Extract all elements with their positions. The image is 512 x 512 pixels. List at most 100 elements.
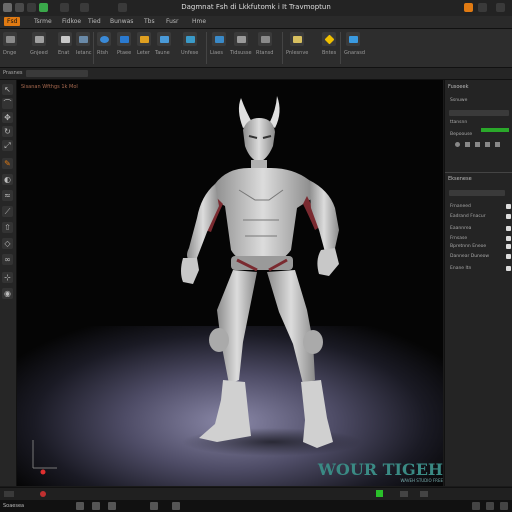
lasso-icon[interactable]: ⌒ bbox=[2, 98, 13, 109]
property-label: Eadrand Fnacur bbox=[450, 214, 486, 219]
move-tool-icon[interactable]: ✥ bbox=[2, 112, 13, 123]
ribbon-separator bbox=[340, 32, 341, 64]
select-icon[interactable]: ↖ bbox=[2, 84, 13, 95]
globe-icon[interactable]: ◉ bbox=[2, 288, 13, 299]
rotate-icon[interactable]: ↻ bbox=[2, 126, 13, 137]
undo-icon[interactable] bbox=[27, 3, 36, 12]
taskbar-app-icon[interactable] bbox=[108, 502, 116, 510]
save-icon[interactable] bbox=[15, 3, 24, 12]
ribbon-label: Liaes bbox=[210, 50, 223, 56]
brush-icon[interactable] bbox=[58, 32, 72, 46]
property-label: Eaannrea bbox=[450, 226, 472, 231]
cube-icon[interactable] bbox=[3, 32, 17, 46]
menu-file[interactable]: Fsd bbox=[4, 17, 21, 26]
diamond-icon[interactable] bbox=[322, 32, 336, 46]
ribbon-label: Dnge bbox=[3, 50, 17, 56]
taskbar-app-icon[interactable] bbox=[172, 502, 180, 510]
tray-icon[interactable] bbox=[486, 502, 494, 510]
close-icon[interactable] bbox=[496, 3, 505, 12]
sphere-icon[interactable] bbox=[97, 32, 111, 46]
property-checkbox[interactable] bbox=[506, 204, 511, 209]
minimize-icon[interactable] bbox=[464, 3, 473, 12]
menu-item-7[interactable]: Hme bbox=[192, 18, 206, 25]
ribbon-label: Ptaee bbox=[117, 50, 132, 56]
menu-item-1[interactable]: Tsrme bbox=[34, 18, 52, 25]
menu-item-5[interactable]: Tbs bbox=[144, 18, 155, 25]
quick-access-icon[interactable] bbox=[80, 3, 89, 12]
smooth-icon[interactable]: ≈ bbox=[2, 190, 13, 201]
viewport-header: Prasnes bbox=[0, 68, 512, 80]
document-icon[interactable] bbox=[290, 32, 304, 46]
status-indicator-icon bbox=[376, 490, 383, 497]
lattice-icon[interactable] bbox=[157, 32, 171, 46]
select-toggle-icon[interactable] bbox=[485, 142, 490, 147]
play-icon[interactable] bbox=[39, 3, 48, 12]
grid-icon[interactable] bbox=[234, 32, 248, 46]
menu-item-2[interactable]: Fidkoe bbox=[62, 18, 81, 25]
taskbar-app-icon[interactable] bbox=[76, 502, 84, 510]
bevel-icon[interactable]: ◇ bbox=[2, 238, 13, 249]
character-model[interactable] bbox=[17, 80, 443, 486]
tray-icon[interactable] bbox=[472, 502, 480, 510]
move-icon[interactable] bbox=[76, 32, 90, 46]
workspace-dropdown[interactable] bbox=[26, 70, 88, 77]
property-label: Dannear Duneow bbox=[450, 254, 490, 259]
ribbon-label: Tidsusse bbox=[230, 50, 252, 56]
outliner-item[interactable]: Ssnuwe bbox=[450, 98, 467, 103]
property-checkbox[interactable] bbox=[506, 226, 511, 231]
scale-icon[interactable]: ⤢ bbox=[2, 140, 13, 151]
outliner-title: Fusoeek bbox=[448, 84, 469, 90]
menu-item-4[interactable]: Bunwas bbox=[110, 18, 133, 25]
ribbon-label: Leter bbox=[137, 50, 150, 56]
ribbon-separator bbox=[206, 32, 207, 64]
taskbar-app-icon[interactable] bbox=[92, 502, 100, 510]
loop-icon[interactable]: ∞ bbox=[2, 254, 13, 265]
maximize-icon[interactable] bbox=[478, 3, 487, 12]
ribbon-label: Gnarasd bbox=[344, 50, 366, 56]
camera-icon[interactable] bbox=[212, 32, 226, 46]
property-checkbox[interactable] bbox=[506, 254, 511, 259]
status-field[interactable] bbox=[4, 491, 14, 497]
ribbon-label: Pnlesnve bbox=[286, 50, 309, 56]
record-icon[interactable] bbox=[40, 491, 46, 497]
redo-icon[interactable] bbox=[60, 3, 69, 12]
bolt-icon[interactable] bbox=[137, 32, 151, 46]
taskbar: Soaesea bbox=[0, 500, 512, 512]
render-toggle-icon[interactable] bbox=[475, 142, 480, 147]
eye-icon[interactable] bbox=[455, 142, 460, 147]
property-field[interactable] bbox=[449, 190, 505, 196]
shield-icon[interactable] bbox=[183, 32, 197, 46]
property-checkbox[interactable] bbox=[506, 244, 511, 249]
ribbon-label: Enat bbox=[58, 50, 70, 56]
outliner-item[interactable]: ttansnn bbox=[450, 120, 467, 125]
sculpt-icon[interactable]: ◐ bbox=[2, 174, 13, 185]
properties-title: Eksenese bbox=[448, 176, 472, 182]
app-icon[interactable] bbox=[3, 3, 12, 12]
filter-icon[interactable] bbox=[495, 142, 500, 147]
paint-icon[interactable]: ✎ bbox=[2, 158, 13, 169]
tray-icon[interactable] bbox=[500, 502, 508, 510]
property-checkbox[interactable] bbox=[506, 214, 511, 219]
viewport-3d[interactable]: Sisanan Wfthgs 1k Mol WOUR TIGEH WAVEH S… bbox=[17, 80, 443, 486]
open-icon[interactable] bbox=[118, 3, 127, 12]
knife-icon[interactable]: ⟋ bbox=[2, 206, 13, 217]
measure-icon[interactable]: ⊹ bbox=[2, 272, 13, 283]
property-checkbox[interactable] bbox=[506, 266, 511, 271]
mesh-icon[interactable] bbox=[117, 32, 131, 46]
taskbar-app-icon[interactable] bbox=[150, 502, 158, 510]
status-field bbox=[420, 491, 428, 497]
outliner-row[interactable] bbox=[449, 110, 509, 116]
panel-divider bbox=[445, 172, 512, 173]
cloth-icon[interactable] bbox=[258, 32, 272, 46]
menu-item-3[interactable]: Tied bbox=[88, 18, 101, 25]
extrude-icon[interactable]: ⇧ bbox=[2, 222, 13, 233]
menu-bar: Fsd Tsrme Fidkoe Tied Bunwas Tbs Fusr Hm… bbox=[0, 16, 512, 29]
ribbon-label: Rtansd bbox=[256, 50, 274, 56]
outliner-item[interactable]: Bepoouse bbox=[450, 132, 472, 137]
layers-icon[interactable] bbox=[32, 32, 46, 46]
lock-icon[interactable] bbox=[465, 142, 470, 147]
menu-item-6[interactable]: Fusr bbox=[166, 18, 179, 25]
render-icon[interactable] bbox=[346, 32, 360, 46]
ribbon-label: Gnjeed bbox=[30, 50, 48, 56]
property-checkbox[interactable] bbox=[506, 236, 511, 241]
